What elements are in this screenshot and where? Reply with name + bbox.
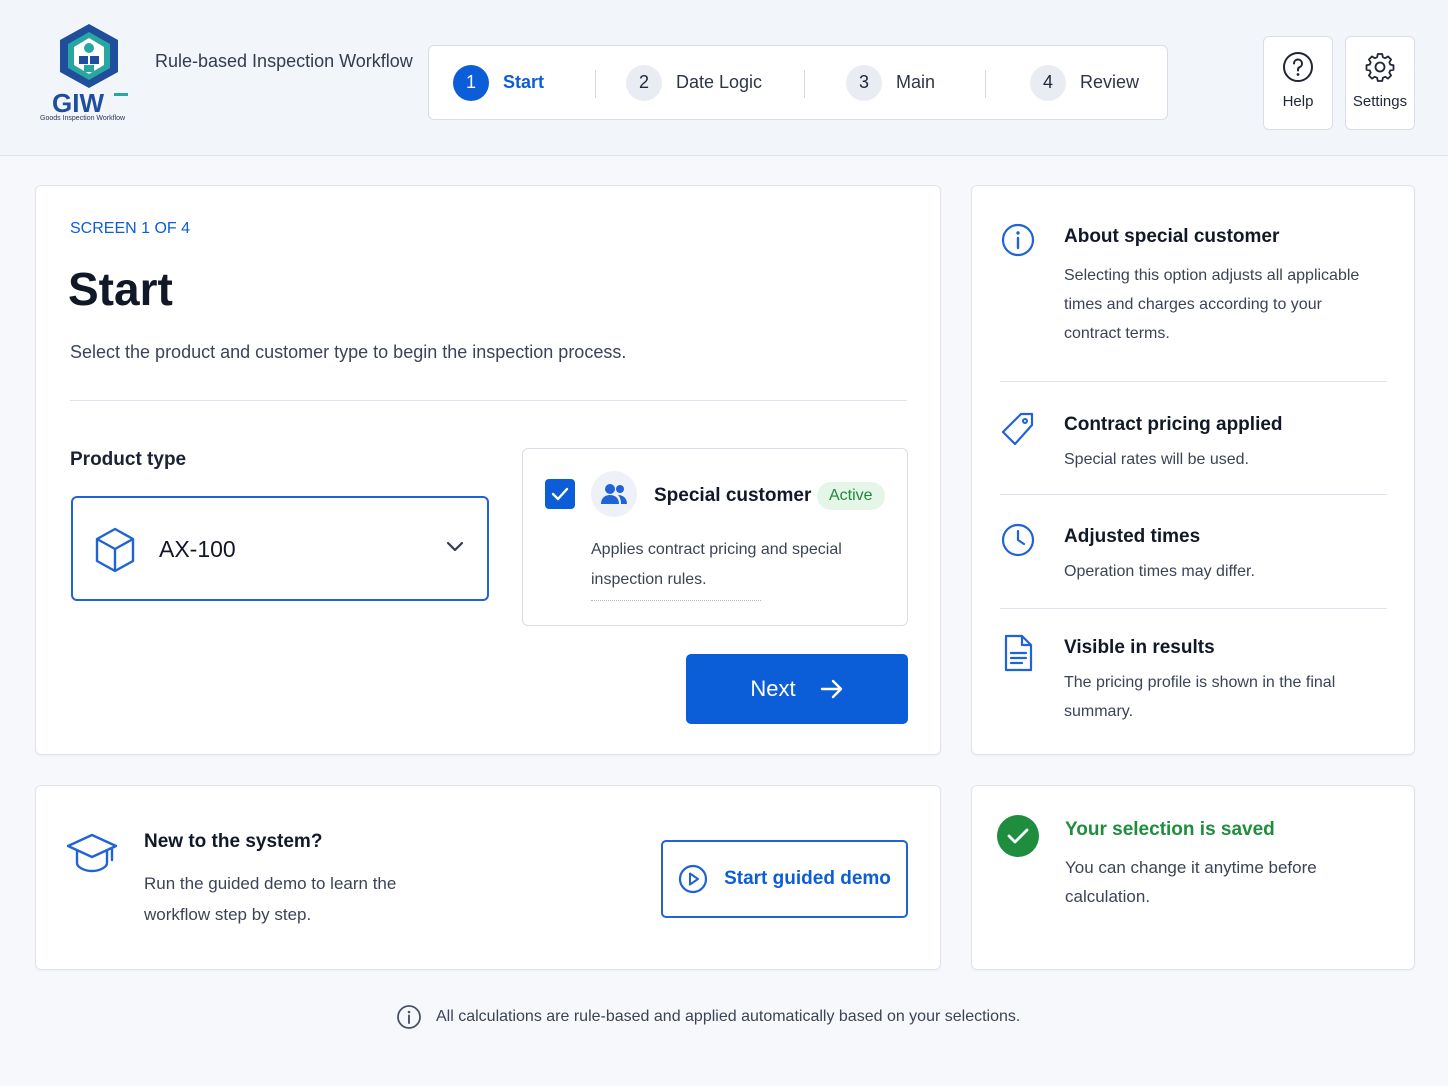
app-header: GIW Goods Inspection Workflow Rule-based… <box>0 0 1448 156</box>
dotted-underline <box>591 600 761 601</box>
step-number: 2 <box>626 64 662 101</box>
demo-button-label: Start guided demo <box>724 868 891 889</box>
step-label: Date Logic <box>676 72 763 92</box>
status-badge: Active <box>817 482 885 510</box>
workflow-stepper: 1 Start 2 Date Logic 3 Main 4 Review <box>428 45 1168 120</box>
step-date-logic[interactable]: 2 Date Logic <box>626 46 762 119</box>
special-customer-description: Applies contract pricing and special ins… <box>591 541 842 588</box>
page-description: Select the product and customer type to … <box>70 342 627 362</box>
info-title: About special customer <box>1064 226 1280 247</box>
next-label: Next <box>750 676 796 701</box>
giw-logo: GIW <box>52 24 128 118</box>
check-circle-icon <box>997 815 1039 857</box>
special-customer-title: Special customer <box>654 485 812 506</box>
gear-icon <box>1365 53 1395 82</box>
info-divider <box>1000 608 1387 609</box>
page-title: Start <box>68 263 173 315</box>
product-type-select[interactable]: AX-100 <box>71 496 489 601</box>
logo-subtitle: Goods Inspection Workflow <box>40 115 126 122</box>
product-type-label: Product type <box>70 449 187 470</box>
step-review[interactable]: 4 Review <box>1030 46 1139 119</box>
info-divider <box>1000 494 1387 495</box>
next-button[interactable]: Next <box>686 654 908 724</box>
svg-text:GIW: GIW <box>52 88 104 118</box>
info-icon <box>397 1005 421 1029</box>
demo-title: New to the system? <box>144 831 323 852</box>
info-title: Visible in results <box>1064 637 1215 658</box>
arrow-right-icon <box>820 679 842 699</box>
step-number: 1 <box>453 64 489 101</box>
footer-text: All calculations are rule-based and appl… <box>436 1008 1021 1025</box>
special-customer-checkbox[interactable] <box>545 479 575 509</box>
step-main[interactable]: 3 Main <box>846 46 935 119</box>
app-title: Rule-based Inspection Workflow <box>155 51 413 71</box>
help-button[interactable]: Help <box>1263 36 1333 130</box>
info-title: Adjusted times <box>1064 526 1201 547</box>
footer-note: All calculations are rule-based and appl… <box>396 1004 1020 1030</box>
info-description: The pricing profile is shown in the fina… <box>1064 674 1336 720</box>
start-guided-demo-button[interactable]: Start guided demo <box>661 840 908 918</box>
graduation-cap-icon <box>66 833 118 873</box>
info-title: Contract pricing applied <box>1064 414 1283 435</box>
section-divider <box>70 400 907 401</box>
saved-title: Your selection is saved <box>1065 819 1275 840</box>
tag-icon <box>1001 412 1034 446</box>
step-separator <box>804 70 805 98</box>
step-separator <box>985 70 986 98</box>
special-customer-option: Special customer Active Applies contract… <box>522 448 908 626</box>
demo-description: Run the guided demo to learn the workflo… <box>144 874 397 924</box>
document-icon <box>1004 634 1033 672</box>
step-label: Review <box>1080 72 1140 92</box>
info-description: Selecting this option adjusts all applic… <box>1064 267 1360 342</box>
screen-indicator: SCREEN 1 OF 4 <box>70 220 191 237</box>
box-icon <box>95 527 135 573</box>
clock-icon <box>1001 523 1035 557</box>
info-icon <box>1001 223 1035 257</box>
settings-button[interactable]: Settings <box>1345 36 1415 130</box>
step-label: Start <box>503 72 545 92</box>
help-label: Help <box>1282 93 1314 110</box>
product-type-value: AX-100 <box>159 536 236 562</box>
step-start[interactable]: 1 Start <box>453 46 544 119</box>
step-separator <box>595 70 596 98</box>
saved-description: You can change it anytime before calcula… <box>1065 858 1317 906</box>
help-icon <box>1283 52 1313 82</box>
play-circle-icon <box>678 864 708 894</box>
step-number: 4 <box>1030 64 1066 101</box>
settings-label: Settings <box>1352 93 1408 110</box>
checkmark-icon <box>551 487 569 501</box>
people-icon <box>591 471 637 517</box>
info-description: Operation times may differ. <box>1064 563 1255 580</box>
step-label: Main <box>896 72 936 92</box>
chevron-down-icon <box>446 541 464 552</box>
step-number: 3 <box>846 64 882 101</box>
info-description: Special rates will be used. <box>1064 451 1249 468</box>
info-divider <box>1000 381 1387 382</box>
